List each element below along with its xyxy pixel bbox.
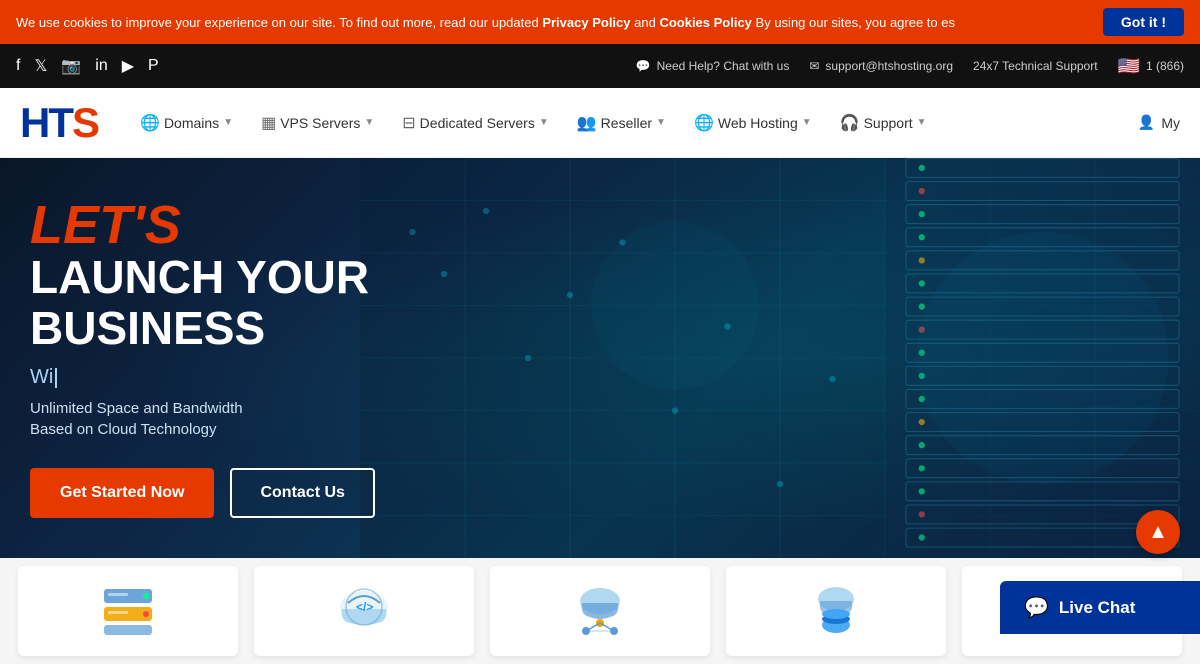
account-icon: 👤 xyxy=(1138,114,1155,131)
instagram-icon[interactable]: 📷 xyxy=(61,56,81,76)
card-3-icon xyxy=(490,566,710,656)
domains-icon: 🌐 xyxy=(140,113,160,133)
nav-reseller[interactable]: 👥 Reseller ▼ xyxy=(565,105,678,141)
email-icon: ✉ xyxy=(809,59,819,73)
email-support[interactable]: ✉ support@htshosting.org xyxy=(809,59,953,73)
hero-sub1: Unlimited Space and Bandwidth xyxy=(30,400,550,417)
flag-icon: 🇺🇸 xyxy=(1118,56,1140,77)
hero-section: LET'S LAUNCH YOUR BUSINESS Wi Unlimited … xyxy=(0,158,1200,558)
card-2-icon: </> xyxy=(254,566,474,656)
support-icon: 🎧 xyxy=(840,113,860,133)
network-cloud-icon xyxy=(568,579,632,643)
scroll-up-button[interactable]: ▲ xyxy=(1136,510,1180,554)
privacy-policy-link[interactable]: Privacy Policy xyxy=(542,15,630,30)
nav-support[interactable]: 🎧 Support ▼ xyxy=(828,105,939,141)
topbar: f 𝕏 📷 in ▶ P 💬 Need Help? Chat with us ✉… xyxy=(0,44,1200,88)
youtube-icon[interactable]: ▶ xyxy=(122,56,134,76)
hero-buttons: Get Started Now Contact Us xyxy=(30,468,550,518)
hero-sub2: Based on Cloud Technology xyxy=(30,421,550,438)
got-it-button[interactable]: Got it ! xyxy=(1103,8,1184,36)
reseller-icon: 👥 xyxy=(577,113,597,133)
nav-dedicated-servers[interactable]: ⊟ Dedicated Servers ▼ xyxy=(390,105,560,141)
hero-launch-text: LAUNCH YOUR BUSINESS xyxy=(30,252,550,353)
domains-arrow-icon: ▼ xyxy=(223,117,233,128)
twitter-icon[interactable]: 𝕏 xyxy=(34,56,47,76)
hero-typing-text: Wi xyxy=(30,364,550,392)
nav-right: 👤 My xyxy=(1138,114,1180,131)
live-chat-label: Live Chat xyxy=(1059,598,1136,618)
topbar-right: 💬 Need Help? Chat with us ✉ support@htsh… xyxy=(636,56,1184,77)
chat-help[interactable]: 💬 Need Help? Chat with us xyxy=(636,59,790,73)
card-3[interactable] xyxy=(490,566,710,656)
card-1-icon xyxy=(18,566,238,656)
nav-vps-servers[interactable]: ▦ VPS Servers ▼ xyxy=(249,105,386,141)
server-stack-icon xyxy=(96,579,160,643)
facebook-icon[interactable]: f xyxy=(16,57,20,75)
dedicated-arrow-icon: ▼ xyxy=(539,117,549,128)
nav-web-hosting[interactable]: 🌐 Web Hosting ▼ xyxy=(682,105,824,141)
cookie-text: We use cookies to improve your experienc… xyxy=(16,15,1091,30)
dedicated-icon: ⊟ xyxy=(402,113,415,133)
cookies-policy-link[interactable]: Cookies Policy xyxy=(659,15,751,30)
live-chat-icon: 💬 xyxy=(1024,595,1049,620)
card-1[interactable] xyxy=(18,566,238,656)
linkedin-icon[interactable]: in xyxy=(95,57,107,75)
support-arrow-icon: ▼ xyxy=(917,117,927,128)
my-account-button[interactable]: 👤 My xyxy=(1138,114,1180,131)
navbar: HTS 🌐 Domains ▼ ▦ VPS Servers ▼ ⊟ Dedica… xyxy=(0,88,1200,158)
svg-text:</>: </> xyxy=(356,600,373,614)
vps-icon: ▦ xyxy=(261,113,276,133)
whatsapp-icon: 💬 xyxy=(636,59,651,73)
social-links: f 𝕏 📷 in ▶ P xyxy=(16,56,159,76)
nav-menu: 🌐 Domains ▼ ▦ VPS Servers ▼ ⊟ Dedicated … xyxy=(128,105,1138,141)
hero-lets-text: LET'S xyxy=(30,198,550,252)
card-4[interactable] xyxy=(726,566,946,656)
phone-number[interactable]: 🇺🇸 1 (866) xyxy=(1118,56,1184,77)
logo[interactable]: HTS xyxy=(20,102,98,144)
cookie-banner: We use cookies to improve your experienc… xyxy=(0,0,1200,44)
card-2[interactable]: </> xyxy=(254,566,474,656)
live-chat-button[interactable]: 💬 Live Chat xyxy=(1000,581,1200,634)
nav-domains[interactable]: 🌐 Domains ▼ xyxy=(128,105,245,141)
contact-us-button[interactable]: Contact Us xyxy=(230,468,374,518)
typing-cursor xyxy=(55,368,57,388)
pinterest-icon[interactable]: P xyxy=(148,57,159,75)
cloud-database-icon xyxy=(804,579,868,643)
scroll-up-icon: ▲ xyxy=(1148,521,1168,544)
card-4-icon xyxy=(726,566,946,656)
hosting-arrow-icon: ▼ xyxy=(802,117,812,128)
vps-arrow-icon: ▼ xyxy=(364,117,374,128)
support-label: 24x7 Technical Support xyxy=(973,59,1098,73)
hosting-icon: 🌐 xyxy=(694,113,714,133)
cloud-code-icon: </> xyxy=(332,579,396,643)
reseller-arrow-icon: ▼ xyxy=(656,117,666,128)
hero-content: LET'S LAUNCH YOUR BUSINESS Wi Unlimited … xyxy=(0,158,580,557)
get-started-button[interactable]: Get Started Now xyxy=(30,468,214,518)
